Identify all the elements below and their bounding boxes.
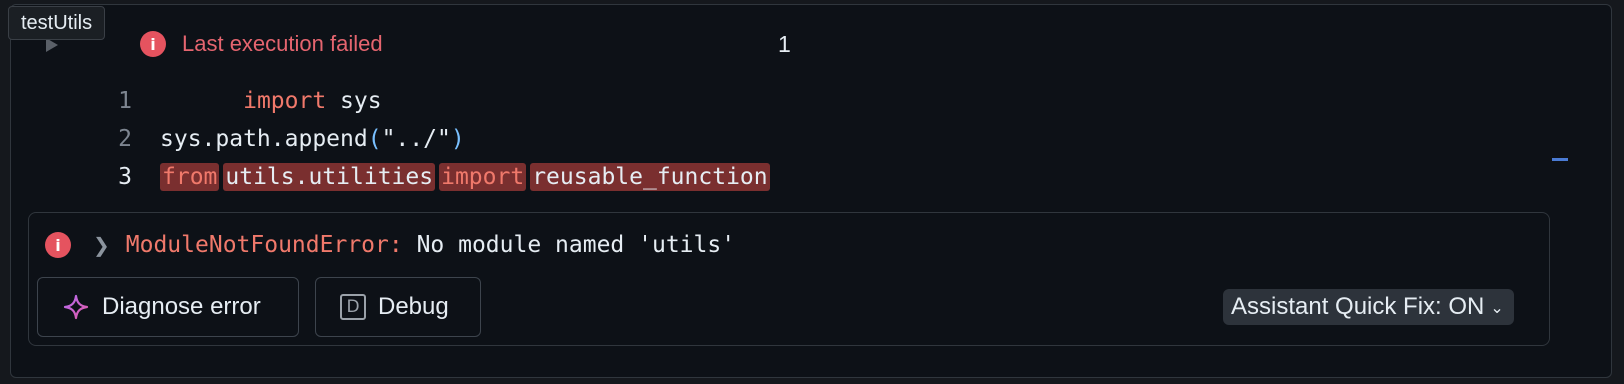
call-expression: sys.path.append <box>160 126 368 152</box>
paren-open: ( <box>367 126 382 152</box>
code-line: 1 import sys <box>90 82 770 120</box>
cell-name-tooltip: testUtils <box>8 6 106 40</box>
diagnose-error-label: Diagnose error <box>102 293 261 320</box>
line-number: 1 <box>118 88 132 114</box>
chevron-right-icon[interactable]: ❯ <box>93 233 110 257</box>
error-output-panel: i ❯ ModuleNotFoundError: No module named… <box>28 212 1550 346</box>
line-number: 2 <box>118 126 132 152</box>
diagnose-error-button[interactable]: Diagnose error <box>37 277 299 337</box>
string-literal: "../" <box>381 126 451 152</box>
info-icon: i <box>45 232 71 258</box>
code-editor[interactable]: 1 import sys 2 sys.path.append("../") 3 … <box>90 82 770 196</box>
error-message: No module named 'utils' <box>402 232 736 258</box>
debug-button[interactable]: D Debug <box>315 277 481 337</box>
paren-close: ) <box>450 126 465 152</box>
execution-count: 1 <box>778 31 791 57</box>
imported-name: reusable_function <box>530 163 770 191</box>
keyword-import: import <box>439 163 527 191</box>
chevron-down-icon: ⌄ <box>1490 297 1504 317</box>
line-number: 3 <box>118 164 132 190</box>
module-path: utils.utilities <box>223 163 436 191</box>
debug-label: Debug <box>378 293 449 320</box>
status-text: Last execution failed <box>182 31 383 56</box>
scrollbar-marker <box>1552 158 1568 161</box>
debug-icon: D <box>340 294 366 320</box>
assistant-quick-fix-toggle[interactable]: Assistant Quick Fix: ON ⌄ <box>1223 289 1514 325</box>
error-type: ModuleNotFoundError: <box>125 232 403 258</box>
keyword-from: from <box>160 163 220 191</box>
module-sys: sys <box>340 88 382 114</box>
play-icon[interactable] <box>46 38 58 52</box>
quick-fix-label: Assistant Quick Fix: ON <box>1231 293 1485 320</box>
execution-status: i Last execution failed <box>140 30 383 58</box>
error-row: i ❯ ModuleNotFoundError: No module named… <box>45 231 735 259</box>
keyword-import: import <box>243 88 327 114</box>
sparkle-icon <box>62 293 90 321</box>
code-line: 2 sys.path.append("../") <box>90 120 770 158</box>
code-line: 3 from utils.utilities import reusable_func… <box>90 158 770 196</box>
info-icon: i <box>140 31 166 57</box>
